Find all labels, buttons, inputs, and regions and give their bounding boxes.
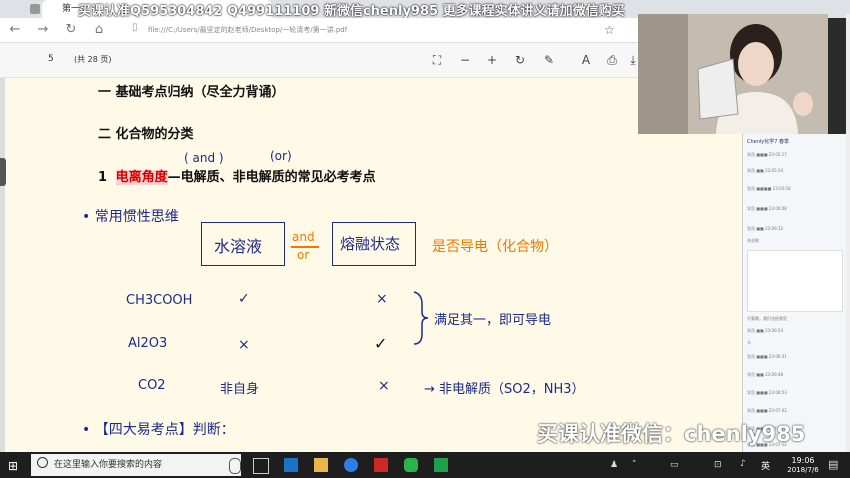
- row-al2o3-molten: ✓: [374, 334, 388, 353]
- back-icon[interactable]: ←: [6, 21, 24, 39]
- arrow-note: → 非电解质（SO2，NH3）: [424, 382, 585, 397]
- chat-line: 学员 ■■■ 23:05:17: [747, 152, 787, 157]
- edge-browser-icon[interactable]: [284, 458, 298, 472]
- page-number-input[interactable]: 5: [48, 54, 54, 64]
- url-text[interactable]: file:///C:/Users/最坚定的赵老师/Desktop/一轮清考/第一…: [148, 21, 347, 39]
- box-aqueous-label: 水溶液: [214, 237, 263, 256]
- chat-message-bubble: [747, 250, 843, 312]
- row-ch3cooh-aqueous: ✓: [238, 291, 250, 307]
- heading-rest: —电解质、非电解质的常见必考考点: [167, 170, 376, 185]
- right-scrollbar[interactable]: [846, 14, 850, 452]
- chat-line: 学员 ■■ 23:06:24: [747, 328, 784, 333]
- task-view-icon[interactable]: [253, 458, 269, 474]
- conductivity-question: 是否导电（化合物）: [432, 239, 558, 255]
- chat-line: 学员 ■■■ 23:07:02: [747, 408, 787, 413]
- navigation-bar: ← → ↻ ⌂ ▯ file:///C:/Users/最坚定的赵老师/Deskt…: [0, 18, 640, 43]
- chat-line: 学员 ■■ 23:05:34: [747, 168, 784, 173]
- heading-highlight: 电离角度: [115, 170, 168, 185]
- watermark-bottom: 买课认准微信：chenly985: [537, 422, 806, 446]
- text-options-icon[interactable]: A: [577, 51, 595, 69]
- chat-line: 卡: [747, 340, 751, 345]
- bullet-dot: •: [82, 209, 95, 225]
- print-icon[interactable]: ⎙: [603, 51, 621, 69]
- taskbar: ⊞ 在这里输入你要搜索的内容 ♟ ˄ ▭ ⊡ ♪ 英 19:06 2018/7/…: [0, 452, 850, 478]
- box-molten-label: 熔融状态: [340, 235, 401, 253]
- windows-start-icon[interactable]: ⊞: [8, 459, 18, 473]
- note-and: ( and ): [184, 151, 224, 165]
- andor-bottom: or: [297, 248, 310, 262]
- brace-note: 满足其一，即可导电: [434, 313, 552, 328]
- watermark-top: 买课认准Q595304842 Q499111109 新微信chenly985 更…: [78, 4, 625, 19]
- app-icon-red[interactable]: [374, 458, 388, 472]
- ime-indicator[interactable]: 英: [761, 459, 770, 472]
- browser-app-icon[interactable]: [344, 458, 358, 472]
- tray-battery-icon[interactable]: ▭: [670, 460, 679, 470]
- brace-icon: [413, 291, 429, 345]
- wechat-icon[interactable]: [404, 458, 418, 472]
- bullet-four-points: • 【四大易考点】判断：: [82, 419, 235, 439]
- heading-number: 1: [98, 170, 108, 185]
- tray-up-icon[interactable]: ˄: [632, 460, 637, 470]
- tray-person-icon[interactable]: ♟: [610, 460, 618, 470]
- teacher-figure: [638, 14, 828, 134]
- zoom-in-icon[interactable]: +: [483, 51, 501, 69]
- pdf-toolbar: 5 (共 28 页) ⛶ − + ↻ ✎ A ⎙ ⤓: [0, 43, 640, 78]
- note-or: (or): [270, 149, 292, 163]
- row-co2-molten: ×: [378, 378, 390, 394]
- refresh-icon[interactable]: ↻: [62, 21, 80, 39]
- clock-date[interactable]: 2018/7/6: [786, 466, 820, 474]
- tray-volume-icon[interactable]: ♪: [740, 459, 746, 469]
- heading-basic-points: 一 基础考点归纳（尽全力背诵）: [98, 85, 285, 100]
- draw-icon[interactable]: ✎: [540, 51, 558, 69]
- bullet-four-points-text: 【四大易考点】判断：: [94, 422, 235, 438]
- chat-line: 不要哦，我们也经常犯: [747, 316, 787, 321]
- rotate-icon[interactable]: ↻: [511, 51, 529, 69]
- row-al2o3-aqueous: ×: [238, 337, 250, 353]
- chat-header: Chenly化学7 春季: [747, 139, 790, 145]
- tray-network-icon[interactable]: ⊡: [714, 460, 722, 470]
- heading-ionization: 1 电离角度—电解质、非电解质的常见必考考点: [98, 166, 376, 185]
- row-name-ch3cooh: CH3COOH: [126, 293, 193, 308]
- left-edge: [0, 78, 5, 452]
- bookmark-star-icon[interactable]: ☆: [604, 21, 615, 39]
- forward-icon[interactable]: →: [34, 21, 52, 39]
- row-ch3cooh-molten: ×: [376, 291, 388, 307]
- row-co2-aqueous: 非自身: [220, 382, 260, 397]
- chat-line: 学员 ■■ 23:06:12: [747, 226, 784, 231]
- taskbar-search-placeholder[interactable]: 在这里输入你要搜索的内容: [54, 457, 162, 470]
- home-icon[interactable]: ⌂: [90, 21, 108, 39]
- fit-page-icon[interactable]: ⛶: [428, 51, 446, 69]
- bullet-common-thinking-text: 常用惯性思维: [94, 209, 179, 225]
- chat-gap: [638, 134, 742, 452]
- clock-time[interactable]: 19:06: [786, 456, 820, 465]
- chat-line: 学员 ■■■ 23:06:31: [747, 354, 787, 359]
- row-name-al2o3: Al2O3: [128, 336, 168, 351]
- chat-line: 学员 ■■■■ 23:05:58: [747, 186, 791, 191]
- heading-compound-classification: 二 化合物的分类: [98, 127, 194, 142]
- andor-top: and: [292, 230, 315, 244]
- chat-line: 学员 ■■■ 23:06:08: [747, 206, 787, 211]
- tab-title: 第一: [62, 4, 81, 14]
- zoom-out-icon[interactable]: −: [456, 51, 474, 69]
- search-icon: [37, 457, 48, 468]
- chat-panel[interactable]: Chenly化学7 春季 学员 ■■■ 23:05:17 学员 ■■ 23:05…: [742, 134, 847, 452]
- tab-favicon-icon: [30, 4, 40, 14]
- page-total: (共 28 页): [74, 55, 112, 64]
- app-icon-green[interactable]: [434, 458, 448, 472]
- notification-icon[interactable]: ▤: [828, 458, 838, 471]
- row-name-co2: CO2: [138, 378, 166, 393]
- file-explorer-icon[interactable]: [314, 458, 328, 472]
- left-panel-handle[interactable]: [0, 158, 6, 186]
- chat-line: 学员 ■■ 23:06:48: [747, 372, 784, 377]
- chat-line: 辛苦啦: [747, 238, 759, 243]
- bullet-dot-2: •: [82, 422, 95, 438]
- chat-line: 学员 ■■■ 23:06:53: [747, 390, 787, 395]
- teacher-video: [638, 14, 828, 134]
- bullet-common-thinking: • 常用惯性思维: [82, 206, 179, 226]
- file-icon: ▯: [132, 22, 138, 33]
- microphone-icon[interactable]: [229, 458, 241, 474]
